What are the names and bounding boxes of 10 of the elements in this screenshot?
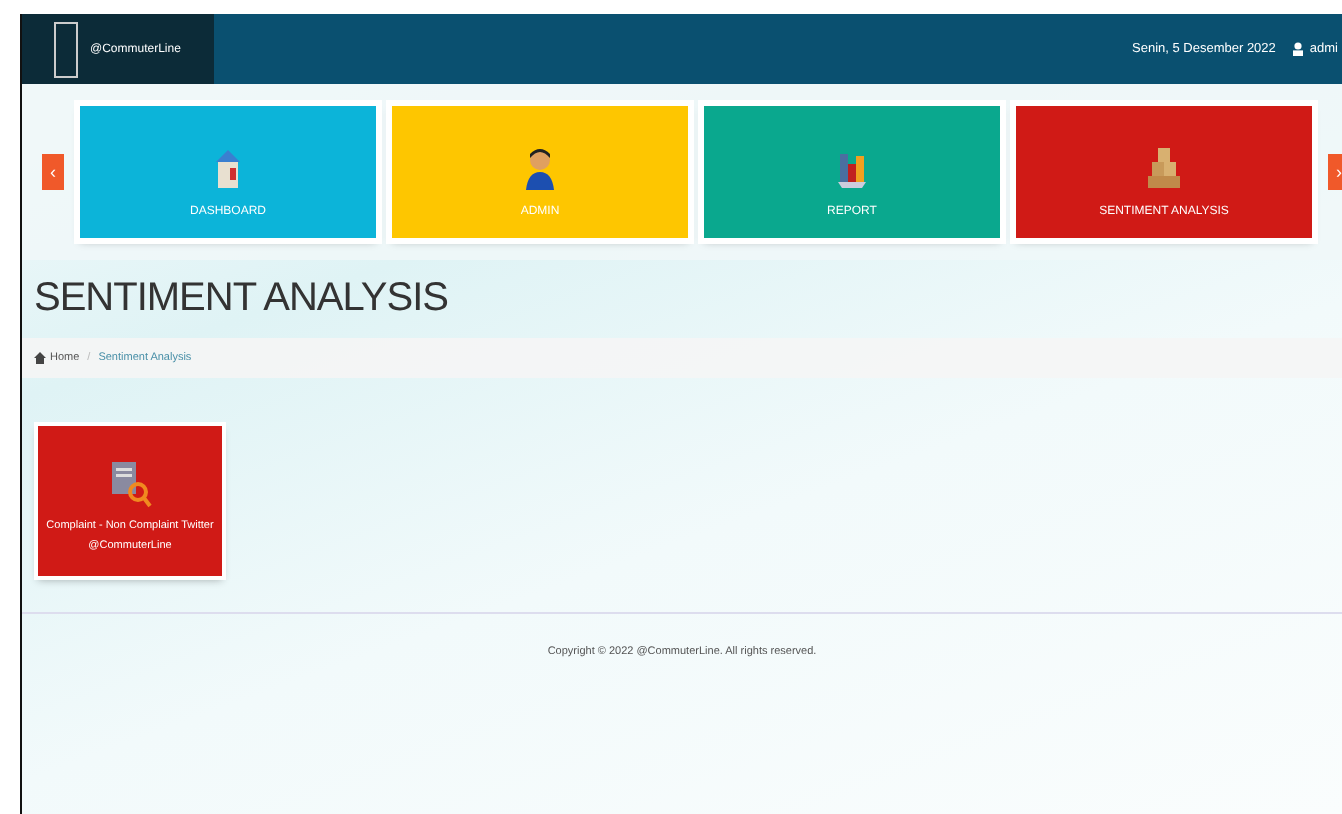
person-icon [524, 146, 556, 190]
next-button[interactable]: › [1328, 154, 1342, 190]
document-search-icon [108, 460, 152, 508]
logo-icon [54, 21, 78, 77]
home-icon [34, 352, 46, 364]
building-icon [214, 146, 242, 190]
page-title: SENTIMENT ANALYSIS [34, 276, 450, 322]
boxes-icon [1146, 146, 1182, 190]
user-icon [1291, 42, 1304, 56]
previous-button[interactable]: ‹ [42, 154, 64, 190]
